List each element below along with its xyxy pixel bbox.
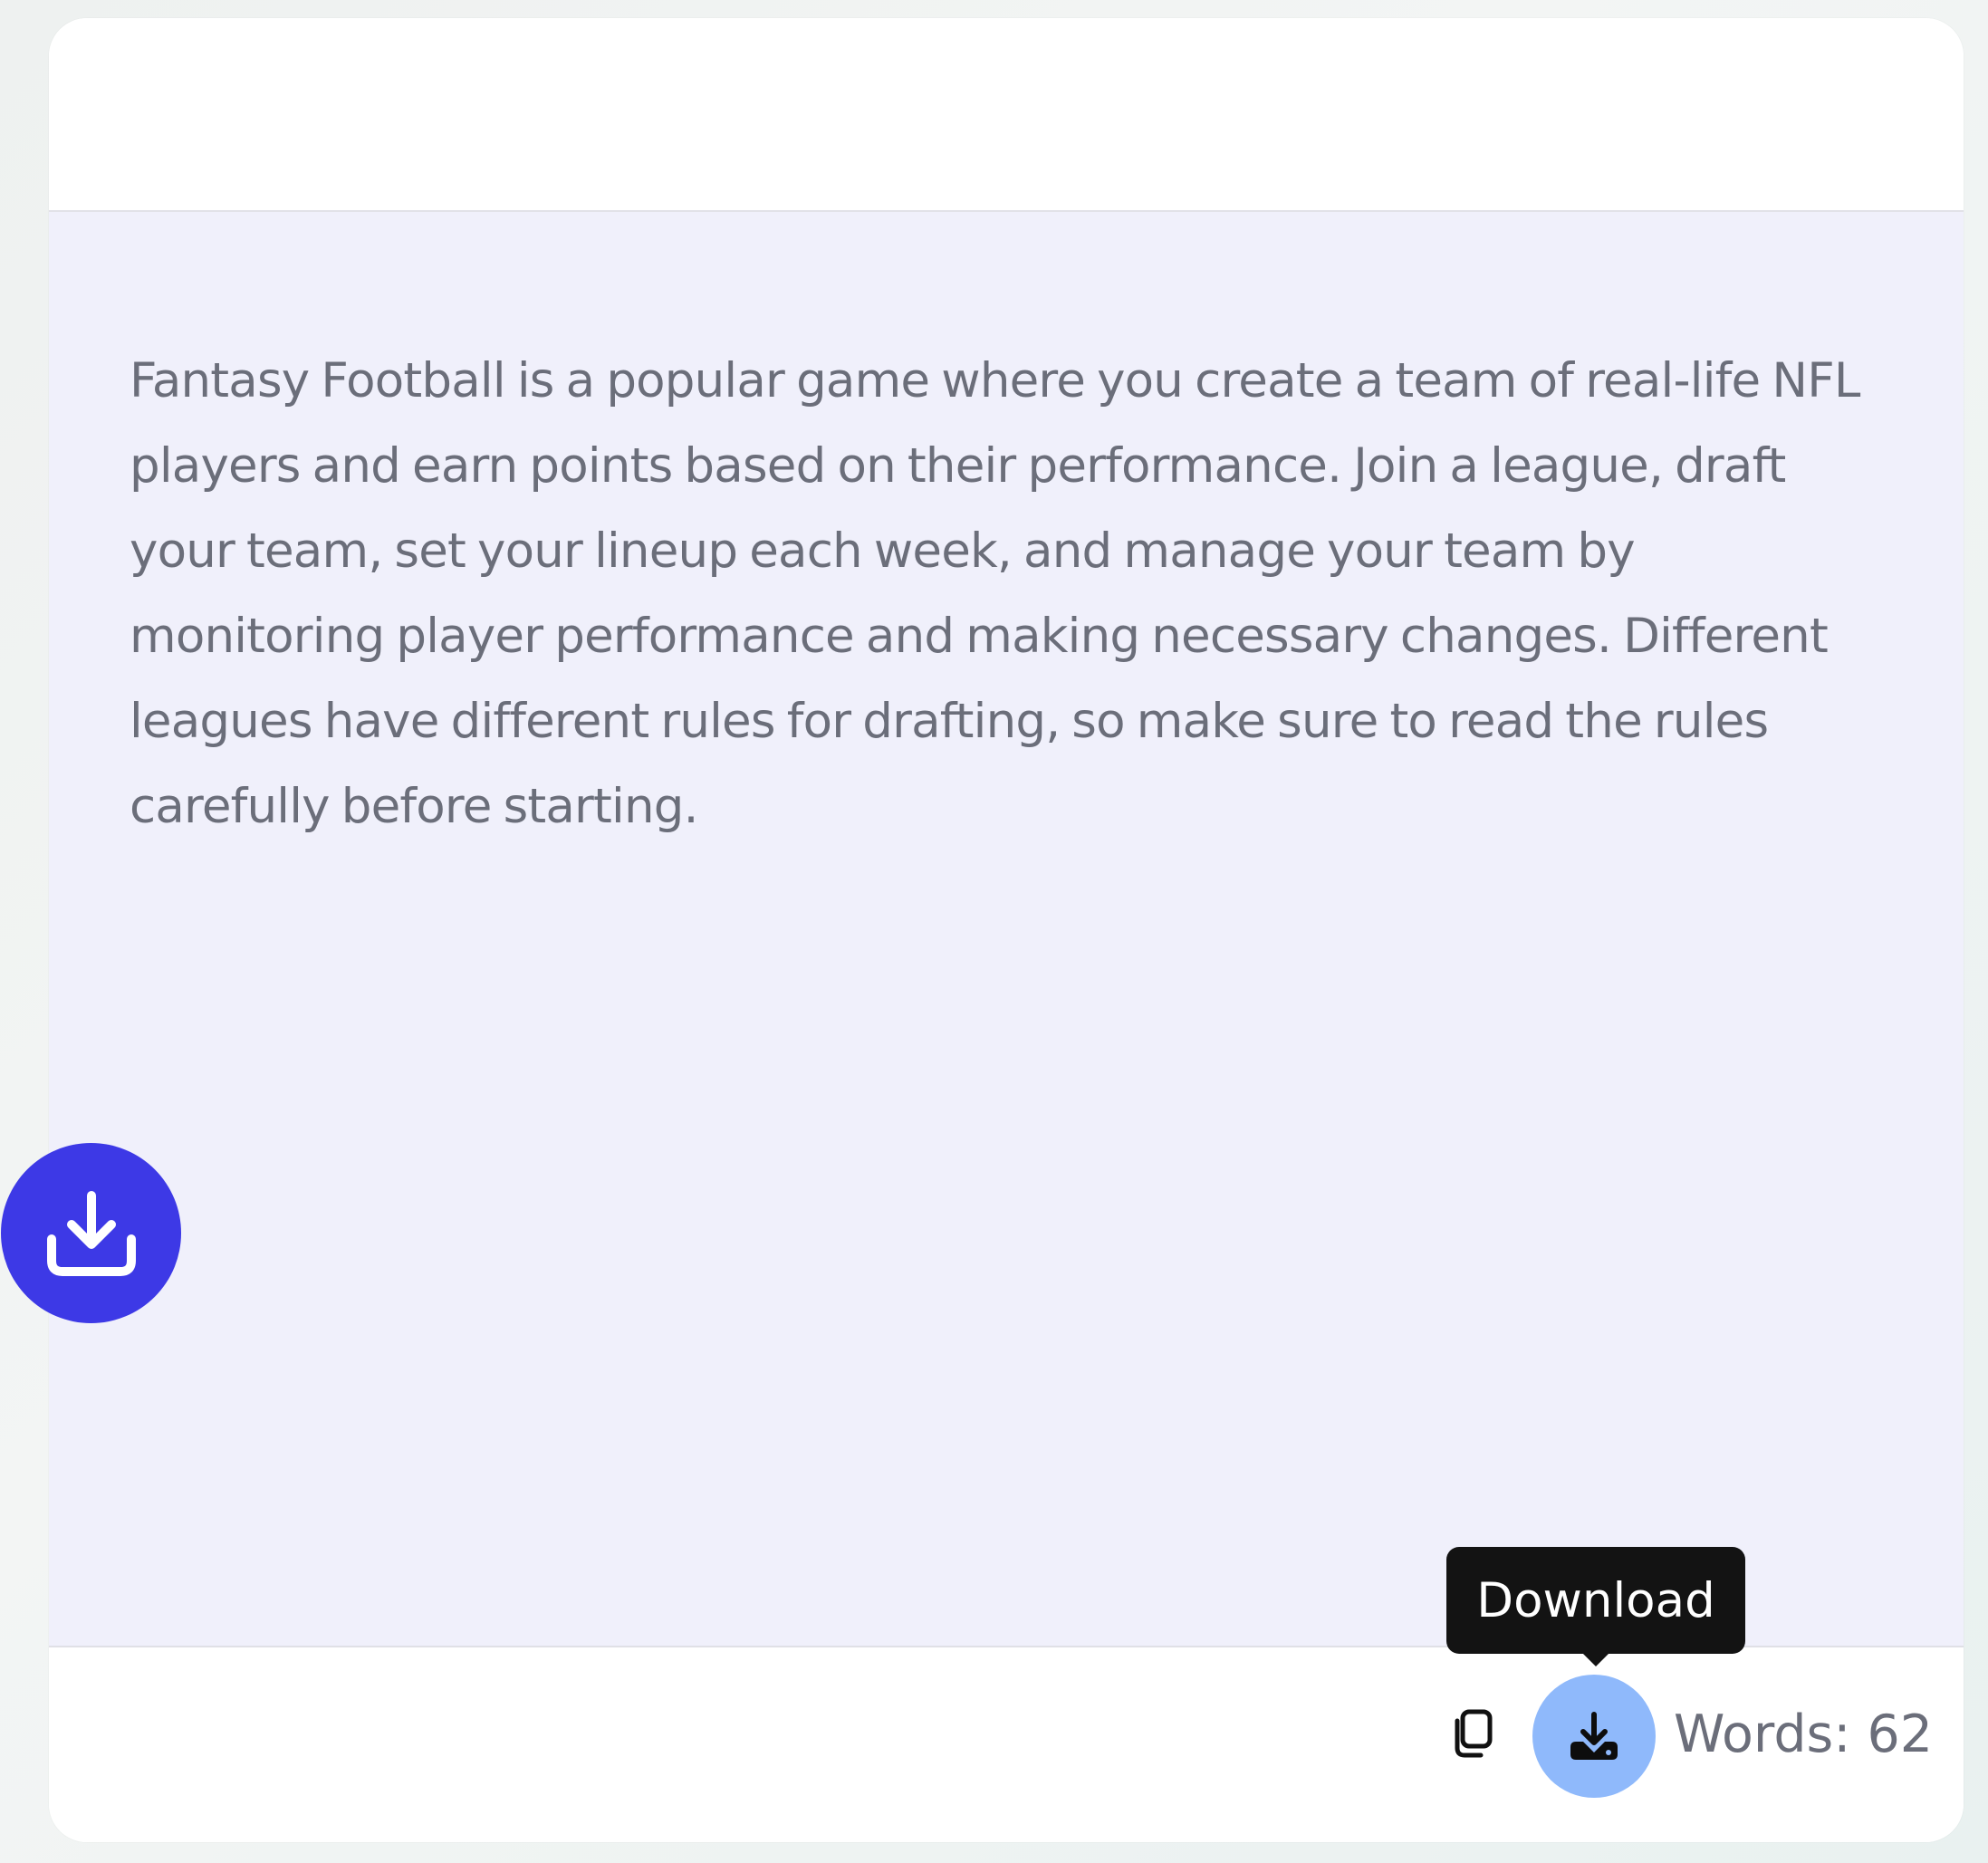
output-text: Fantasy Football is a popular game where…: [130, 353, 1860, 834]
download-icon: [1570, 1712, 1618, 1760]
tooltip-label: Download: [1476, 1572, 1715, 1628]
word-count: Words: 62: [1674, 1705, 1934, 1764]
copy-icon: [1455, 1709, 1493, 1758]
output-content-area[interactable]: Fantasy Football is a popular game where…: [49, 212, 1964, 1647]
tooltip-arrow: [1581, 1652, 1610, 1666]
download-button[interactable]: [1532, 1675, 1656, 1798]
card-header: [49, 18, 1964, 212]
page-background: Fantasy Football is a popular game where…: [0, 0, 1988, 1863]
download-tooltip: Download: [1446, 1547, 1745, 1666]
download-tray-icon: [46, 1190, 136, 1276]
copy-button[interactable]: [1441, 1702, 1504, 1767]
output-footer: Words: 62: [49, 1647, 1964, 1842]
floating-download-button[interactable]: [1, 1143, 181, 1323]
